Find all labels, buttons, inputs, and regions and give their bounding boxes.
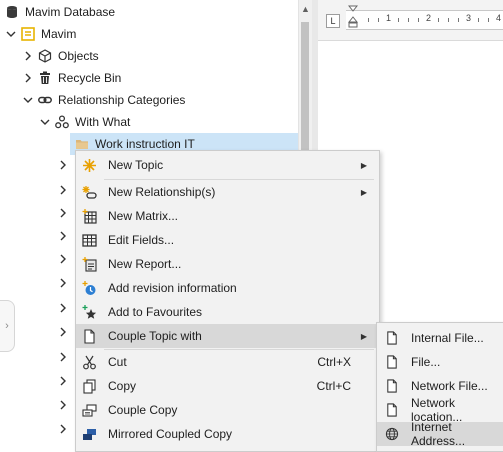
- report-icon: [80, 255, 98, 273]
- shortcut-label: Ctrl+C: [316, 379, 351, 393]
- document-icon: [383, 401, 401, 419]
- scissors-icon: [80, 353, 98, 371]
- mirrored-copy-icon: [80, 425, 98, 443]
- menu-item-couple-copy[interactable]: Couple Copy: [76, 398, 379, 422]
- document-icon: [383, 353, 401, 371]
- submenu-arrow-icon: ▶: [360, 187, 367, 197]
- chevron-right-icon[interactable]: [58, 376, 68, 386]
- chevron-right-icon[interactable]: [58, 160, 68, 170]
- tree-item-label: Objects: [58, 49, 99, 63]
- tree-item-recycle-bin[interactable]: Recycle Bin: [21, 67, 121, 89]
- chevron-right-icon[interactable]: [58, 327, 68, 337]
- chevron-down-icon[interactable]: [4, 23, 18, 45]
- chevron-right-icon[interactable]: [58, 254, 68, 264]
- couple-topic-submenu: Internal File... File... Network File...…: [376, 322, 503, 452]
- document-icon: [383, 329, 401, 347]
- menu-item-new-topic[interactable]: New Topic ▶: [76, 153, 379, 177]
- ruler: L 1 2 3 4: [318, 0, 503, 41]
- document-icon: [383, 377, 401, 395]
- submenu-item-network-location[interactable]: Network location...: [377, 396, 503, 424]
- link-icon: [37, 92, 53, 108]
- menu-item-mirrored-coupled-copy[interactable]: Mirrored Coupled Copy: [76, 422, 379, 446]
- grid-icon: [80, 231, 98, 249]
- ruler-number: 1: [386, 13, 392, 23]
- ruler-number: 2: [426, 13, 432, 23]
- chevron-right-icon[interactable]: [58, 400, 68, 410]
- copy-icon: [80, 377, 98, 395]
- tab-stop-selector[interactable]: L: [326, 14, 340, 28]
- menu-item-copy[interactable]: Copy Ctrl+C: [76, 374, 379, 398]
- couple-copy-icon: [80, 401, 98, 419]
- favourite-icon: [80, 303, 98, 321]
- menu-item-add-revision[interactable]: Add revision information: [76, 276, 379, 300]
- submenu-item-internal-file[interactable]: Internal File...: [377, 326, 503, 350]
- chevron-right-icon[interactable]: [58, 352, 68, 362]
- tree-item-label: Recycle Bin: [58, 71, 122, 85]
- menu-item-add-favourites[interactable]: Add to Favourites: [76, 300, 379, 324]
- revision-icon: [80, 279, 98, 297]
- submenu-arrow-icon: ▶: [360, 331, 367, 341]
- tree-item-label: Mavim: [41, 27, 77, 41]
- chevron-right-icon[interactable]: [58, 208, 68, 218]
- chevron-right-icon[interactable]: [58, 424, 68, 434]
- submenu-item-internet-address[interactable]: Internet Address...: [377, 420, 503, 448]
- panel-collapse-tab[interactable]: ›: [0, 300, 15, 352]
- menu-item-couple-topic-with[interactable]: Couple Topic with ▶: [76, 324, 379, 348]
- indent-marker-icon[interactable]: [348, 5, 358, 33]
- new-relationship-icon: [80, 183, 98, 201]
- matrix-icon: [80, 207, 98, 225]
- tree-item-objects[interactable]: Objects: [21, 45, 99, 67]
- tree-item-mavim[interactable]: Mavim: [4, 23, 76, 45]
- menu-item-edit-fields[interactable]: Edit Fields...: [76, 228, 379, 252]
- tree-item-with-what[interactable]: With What: [38, 111, 130, 133]
- chevron-right-icon[interactable]: [21, 45, 35, 67]
- trash-icon: [37, 70, 53, 86]
- new-topic-icon: [80, 156, 98, 174]
- submenu-item-network-file[interactable]: Network File...: [377, 374, 503, 398]
- scroll-up-icon[interactable]: ▲: [301, 4, 310, 14]
- document-icon: [80, 327, 98, 345]
- context-menu: New Topic ▶ New Relationship(s) ▶ New Ma…: [75, 150, 380, 452]
- tree-item-relationship-categories[interactable]: Relationship Categories: [21, 89, 185, 111]
- menu-item-new-matrix[interactable]: New Matrix...: [76, 204, 379, 228]
- menu-item-cut[interactable]: Cut Ctrl+X: [76, 350, 379, 374]
- chevron-right-icon[interactable]: [21, 67, 35, 89]
- chevron-down-icon[interactable]: [21, 89, 35, 111]
- tree-scrollbar-thumb[interactable]: [301, 22, 309, 162]
- ruler-strip[interactable]: 1 2 3 4: [346, 5, 503, 30]
- cube-icon: [37, 48, 53, 64]
- ruler-number: 4: [496, 13, 502, 23]
- globe-icon: [383, 425, 401, 443]
- submenu-item-file[interactable]: File...: [377, 350, 503, 374]
- chevron-right-icon[interactable]: [58, 185, 68, 195]
- tree-item-label: Relationship Categories: [58, 93, 186, 107]
- menu-item-new-relationship[interactable]: New Relationship(s) ▶: [76, 180, 379, 204]
- chevron-down-icon[interactable]: [38, 111, 52, 133]
- tree-item-mavim-database[interactable]: Mavim Database: [0, 1, 115, 23]
- chevron-right-icon[interactable]: [58, 303, 68, 313]
- share-nodes-icon: [54, 114, 70, 130]
- database-icon: [4, 4, 20, 20]
- tree-item-label: With What: [75, 115, 131, 129]
- ruler-number: 3: [466, 13, 472, 23]
- shortcut-label: Ctrl+X: [317, 355, 351, 369]
- chevron-right-icon[interactable]: [58, 231, 68, 241]
- tree-item-label: Mavim Database: [25, 5, 116, 19]
- chevron-right-icon[interactable]: [58, 278, 68, 288]
- tree-item-label: Work instruction IT: [95, 137, 195, 151]
- menu-item-new-report[interactable]: New Report...: [76, 252, 379, 276]
- submenu-arrow-icon: ▶: [360, 160, 367, 170]
- mavim-root-icon: [20, 26, 36, 42]
